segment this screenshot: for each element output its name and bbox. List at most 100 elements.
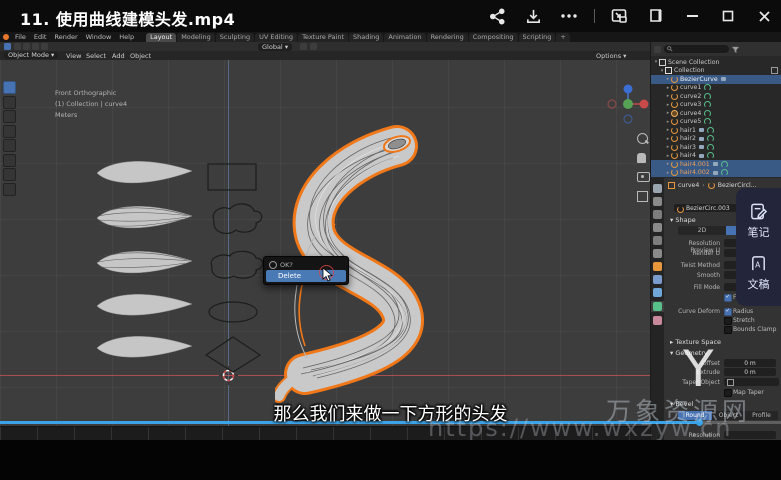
share-icon[interactable] [486, 5, 508, 27]
breadcrumb-object[interactable]: curve4 [678, 182, 699, 189]
outliner-row-curve2[interactable]: ▸curve2 [651, 92, 781, 101]
viewport-menu-view[interactable]: View [66, 52, 81, 60]
navigation-gizmo[interactable] [605, 81, 650, 127]
view-layer-tab-icon[interactable] [653, 223, 662, 232]
workspace-tab-modeling[interactable]: Modeling [177, 33, 215, 42]
workspace-tab-texture-paint[interactable]: Texture Paint [298, 33, 348, 42]
object-tab-icon[interactable] [653, 262, 662, 271]
filter-icon[interactable] [732, 46, 739, 53]
video-title: 11. 使用曲线建模头发.mp4 [20, 6, 235, 30]
workspace-tab-rendering[interactable]: Rendering [427, 33, 468, 42]
mini-player-icon[interactable] [609, 5, 631, 27]
outliner-display-mode-icon[interactable] [654, 46, 661, 53]
orientation-dropdown[interactable]: Global ▾ [258, 43, 292, 51]
more-options-icon[interactable] [558, 5, 580, 27]
outliner-row-curve4[interactable]: ▸curve4 [651, 109, 781, 118]
proportional-edit-icon[interactable] [310, 43, 317, 50]
video-frame[interactable]: File Edit Render Window Help Layout Mode… [0, 32, 781, 440]
field-taper-object[interactable] [724, 378, 779, 386]
camera-view-icon[interactable] [637, 172, 650, 182]
select-mode-icon-2[interactable] [23, 43, 30, 50]
download-icon[interactable] [522, 5, 544, 27]
viewport-menu-add[interactable]: Add [112, 52, 125, 60]
world-tab-icon[interactable] [653, 249, 662, 258]
outliner-row-curve3[interactable]: ▸curve3 [651, 101, 781, 110]
move-tool-icon[interactable] [3, 110, 16, 123]
field-extrude[interactable]: 0 m [724, 368, 776, 376]
transcript-button[interactable]: A 文稿 [748, 254, 770, 292]
context-menu-header: OK? [266, 259, 346, 270]
tool-tab-icon[interactable] [653, 184, 662, 193]
select-mode-icon-1[interactable] [14, 43, 21, 50]
workspace-tab-uv-editing[interactable]: UV Editing [255, 33, 297, 42]
object-data-tab-active[interactable] [651, 301, 664, 312]
viewport-menu-object[interactable]: Object [130, 52, 151, 60]
checkbox-fill-deformed[interactable] [724, 294, 732, 302]
mode-dropdown[interactable]: Object Mode ▾ [4, 52, 58, 59]
select-mode-icon-4[interactable] [41, 43, 48, 50]
outliner-row-scene-collection[interactable]: ▾Scene Collection [651, 58, 781, 67]
outliner-row-hair4-001[interactable]: ▸hair4.001 [651, 160, 781, 169]
workspace-tab-compositing[interactable]: Compositing [469, 33, 518, 42]
menu-help[interactable]: Help [115, 32, 138, 42]
transform-tool-icon[interactable] [3, 154, 16, 167]
annotate-tool-icon[interactable] [3, 168, 16, 181]
delete-menu-item[interactable]: Delete [266, 270, 346, 282]
workspace-tab-shading[interactable]: Shading [349, 33, 383, 42]
options-dropdown[interactable]: Options ▾ [596, 52, 626, 60]
zoom-icon[interactable] [637, 133, 648, 144]
output-tab-icon[interactable] [653, 210, 662, 219]
grid-toggle-icon[interactable] [637, 191, 648, 202]
notes-button[interactable]: 笔记 [748, 202, 770, 240]
menu-file[interactable]: File [11, 32, 30, 42]
checkbox-bounds-clamp[interactable] [724, 326, 732, 334]
outliner-row-hair2[interactable]: ▸hair2 [651, 135, 781, 144]
render-tab-icon[interactable] [653, 197, 662, 206]
outliner-row-hair4[interactable]: ▸hair4 [651, 152, 781, 161]
scene-tab-icon[interactable] [653, 236, 662, 245]
titlebar-separator [594, 9, 595, 23]
minimize-icon[interactable] [681, 5, 703, 27]
outliner-row-beziercurve[interactable]: ▸BezierCurve [651, 75, 781, 84]
field-offset[interactable]: 0 m [724, 359, 776, 367]
menu-edit[interactable]: Edit [30, 32, 51, 42]
outliner-row-collection[interactable]: ▾Collection [651, 67, 781, 76]
delete-confirm-menu: OK? Delete [263, 256, 349, 285]
workspace-tab-add[interactable]: + [556, 33, 569, 42]
scale-tool-icon[interactable] [3, 139, 16, 152]
close-icon[interactable] [753, 5, 775, 27]
workspace-tab-layout[interactable]: Layout [146, 33, 176, 42]
outliner-row-curve1[interactable]: ▸curve1 [651, 84, 781, 93]
workspace-tab-animation[interactable]: Animation [384, 33, 425, 42]
viewport-nav-icons [637, 133, 650, 202]
workspace-tab-sculpting[interactable]: Sculpting [216, 33, 254, 42]
checkbox-stretch[interactable] [724, 317, 732, 325]
dimension-2d[interactable]: 2D [678, 226, 726, 235]
checkbox-radius[interactable] [724, 308, 732, 316]
outliner-row-curve5[interactable]: ▸curve5 [651, 118, 781, 127]
menu-render[interactable]: Render [50, 32, 81, 42]
workspace-tab-scripting[interactable]: Scripting [519, 33, 556, 42]
maximize-icon[interactable] [717, 5, 739, 27]
menu-window[interactable]: Window [82, 32, 116, 42]
editor-type-icon[interactable] [4, 43, 11, 50]
rotate-tool-icon[interactable] [3, 125, 16, 138]
select-mode-icon-3[interactable] [32, 43, 39, 50]
select-box-tool-icon[interactable] [3, 81, 16, 94]
outliner-search-input[interactable] [664, 45, 729, 53]
dock-window-icon[interactable] [645, 5, 667, 27]
modifiers-tab-icon[interactable] [653, 275, 662, 284]
viewport-view-label: Front Orthographic [55, 89, 116, 97]
physics-tab-icon[interactable] [653, 288, 662, 297]
measure-tool-icon[interactable] [3, 183, 16, 196]
material-tab-icon[interactable] [653, 316, 662, 325]
section-shape[interactable]: ▾ Shape [670, 216, 696, 224]
outliner-row-hair3[interactable]: ▸hair3 [651, 143, 781, 152]
pan-hand-icon[interactable] [637, 153, 646, 163]
cursor-tool-icon[interactable] [3, 96, 16, 109]
outliner-row-hair1[interactable]: ▸hair1 [651, 126, 781, 135]
snap-magnet-icon[interactable] [300, 43, 307, 50]
outliner-row-hair4-002[interactable]: ▸hair4.002 [651, 169, 781, 178]
viewport-menu-select[interactable]: Select [86, 52, 106, 60]
viewport-3d[interactable]: Object Mode ▾ View Select Add Object Opt… [0, 51, 650, 426]
